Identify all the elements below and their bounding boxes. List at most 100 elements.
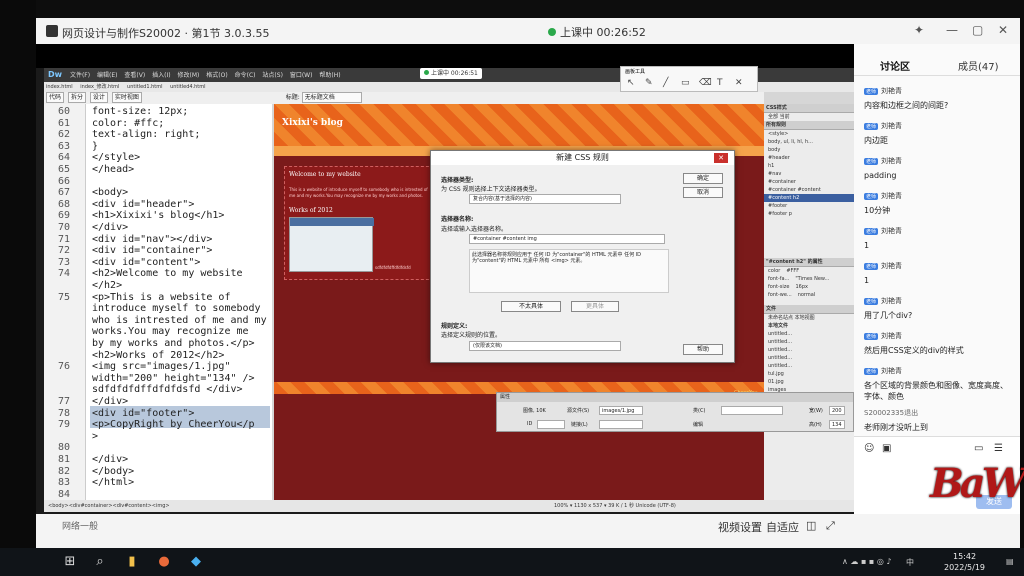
doc-tab[interactable]: index.html xyxy=(46,84,73,90)
menu-insert[interactable]: 插入(I) xyxy=(152,72,170,79)
ok-button[interactable]: 确定 xyxy=(683,173,723,184)
image-icon[interactable]: ▣ xyxy=(882,443,891,454)
class-select[interactable] xyxy=(721,406,783,415)
search-icon[interactable]: ⌕ xyxy=(92,554,108,570)
css-rule-item[interactable]: body xyxy=(764,146,854,154)
file-item[interactable]: untitled... xyxy=(764,330,854,338)
id-input[interactable] xyxy=(537,420,565,429)
height-input[interactable]: 134 xyxy=(829,420,845,429)
css-prop-row[interactable]: font-fa... "Times New... xyxy=(764,275,854,283)
pen-icon[interactable]: ✎ xyxy=(645,78,653,88)
tab-members[interactable]: 成员(47) xyxy=(958,58,999,73)
windows-start-icon[interactable]: ⊞ xyxy=(62,554,78,570)
pointer-icon[interactable]: ↖ xyxy=(627,78,635,88)
tag-selector[interactable]: <body><div#container><div#content><img> xyxy=(48,503,170,509)
menu-window[interactable]: 窗口(W) xyxy=(290,72,313,79)
menu-file[interactable]: 文件(F) xyxy=(70,72,90,79)
app-icon-browser[interactable]: ● xyxy=(156,554,172,570)
auto-fit-button[interactable]: 自适应 xyxy=(766,519,799,535)
line-number: 65 xyxy=(57,164,70,175)
restore-icon[interactable]: ▢ xyxy=(972,23,983,37)
menu-view[interactable]: 查看(V) xyxy=(124,72,145,79)
clock[interactable]: 15:42 2022/5/19 xyxy=(944,551,985,573)
file-item[interactable]: 01.jpg xyxy=(764,378,854,386)
code-line: 76 <img src="images/1.jpg" xyxy=(44,361,272,372)
text-icon[interactable]: T xyxy=(717,78,723,88)
design-view-button[interactable]: 设计 xyxy=(89,92,108,103)
notification-icon[interactable]: ▤ xyxy=(1006,557,1014,566)
code-line: 80 xyxy=(44,442,272,453)
file-item[interactable]: untitled... xyxy=(764,338,854,346)
src-input[interactable]: images/1.jpg xyxy=(599,406,643,415)
file-item[interactable]: untitled... xyxy=(764,362,854,370)
menu-help[interactable]: 帮助(H) xyxy=(319,72,340,79)
pip-icon[interactable]: ◫ xyxy=(806,519,816,532)
css-prop-row[interactable]: font-we... normal xyxy=(764,291,854,299)
live-view-button[interactable]: 实时视图 xyxy=(111,92,142,103)
works-heading: Works of 2012 xyxy=(289,207,333,214)
css-rule-item[interactable]: #nav xyxy=(764,170,854,178)
css-rule-item[interactable]: h1 xyxy=(764,162,854,170)
code-view-button[interactable]: 代码 xyxy=(46,92,65,103)
rule-def-select[interactable]: (仅限该文档) xyxy=(469,341,621,351)
menu-format[interactable]: 格式(O) xyxy=(206,72,227,79)
site-select[interactable]: 未命名站点 xyxy=(768,315,793,321)
app-icon-folder[interactable]: ▮ xyxy=(124,554,140,570)
css-tab-all[interactable]: 全部 xyxy=(768,114,778,120)
css-rule-item[interactable]: #footer xyxy=(764,202,854,210)
menu-site[interactable]: 站点(S) xyxy=(262,72,283,79)
line-number: 70 xyxy=(57,222,70,233)
clear-icon[interactable]: ✕ xyxy=(735,78,743,88)
width-input[interactable]: 200 xyxy=(829,406,845,415)
css-rule-item[interactable]: #container #content xyxy=(764,186,854,194)
pin-icon[interactable]: ✦ xyxy=(914,23,924,37)
code-view[interactable]: 60 font-size: 12px; 61 color: #ffc; 62 tex… xyxy=(44,104,272,500)
less-specific-button[interactable]: 不太具体 xyxy=(501,301,561,312)
tray-icons[interactable]: ∧ ☁ ▪ ▪ ◎ ♪ xyxy=(842,557,892,566)
doc-tab[interactable]: index_修改.html xyxy=(80,84,119,90)
link-input[interactable] xyxy=(599,420,643,429)
css-prop-row[interactable]: font-size 16px xyxy=(764,283,854,291)
css-prop-row[interactable]: color #FFF xyxy=(764,267,854,275)
dialog-close-button[interactable]: ✕ xyxy=(714,153,728,163)
selector-name-input[interactable]: #container #content img xyxy=(469,234,665,244)
doc-tab[interactable]: untitled1.html xyxy=(127,84,162,90)
more-specific-button[interactable]: 更具体 xyxy=(571,301,619,312)
ime-indicator[interactable]: 中 xyxy=(906,557,914,568)
cancel-button[interactable]: 取消 xyxy=(683,187,723,198)
file-item[interactable]: untitled... xyxy=(764,346,854,354)
split-view-button[interactable]: 拆分 xyxy=(67,92,86,103)
css-rule-item[interactable]: #header xyxy=(764,154,854,162)
menu-command[interactable]: 命令(C) xyxy=(235,72,256,79)
video-settings-button[interactable]: 视频设置 xyxy=(718,519,762,535)
tab-discussion[interactable]: 讨论区 xyxy=(880,58,910,73)
css-rule-item[interactable]: #content h2 xyxy=(764,194,854,202)
doc-tab[interactable]: untitled4.html xyxy=(170,84,205,90)
more-icon[interactable]: ☰ xyxy=(994,443,1003,454)
minimize-icon[interactable]: — xyxy=(946,23,958,37)
title-input[interactable]: 无标题文档 xyxy=(301,92,362,103)
code-text: </style> xyxy=(92,152,141,164)
chat-bubble-icon[interactable]: ▭ xyxy=(974,443,983,454)
works-image[interactable] xyxy=(289,217,374,272)
css-rule-item[interactable]: #footer p xyxy=(764,210,854,218)
css-tab-current[interactable]: 当前 xyxy=(780,114,790,120)
eraser-icon[interactable]: ⌫ xyxy=(699,78,712,88)
close-icon[interactable]: ✕ xyxy=(998,23,1008,37)
css-rule-item[interactable]: #container xyxy=(764,178,854,186)
rect-icon[interactable]: ▭ xyxy=(681,78,690,88)
line-icon[interactable]: ╱ xyxy=(663,78,668,88)
css-rule-item[interactable]: body, ul, li, hl, h... xyxy=(764,138,854,146)
menu-modify[interactable]: 修改(M) xyxy=(178,72,200,79)
file-item[interactable]: tul.jpg xyxy=(764,370,854,378)
file-item[interactable]: untitled... xyxy=(764,354,854,362)
code-line: 67 <body> xyxy=(44,187,272,198)
help-button[interactable]: 帮助 xyxy=(683,344,723,355)
fullscreen-icon[interactable]: ⤢ xyxy=(826,519,835,533)
view-select[interactable]: 本地视图 xyxy=(795,315,815,321)
emoji-icon[interactable]: ☺ xyxy=(864,443,874,454)
css-rule-item[interactable]: <style> xyxy=(764,130,854,138)
app-icon-classroom[interactable]: ◆ xyxy=(188,554,204,570)
selector-type-select[interactable]: 复合内容(基于选择的内容) xyxy=(469,194,621,204)
menu-edit[interactable]: 编辑(E) xyxy=(97,72,117,79)
